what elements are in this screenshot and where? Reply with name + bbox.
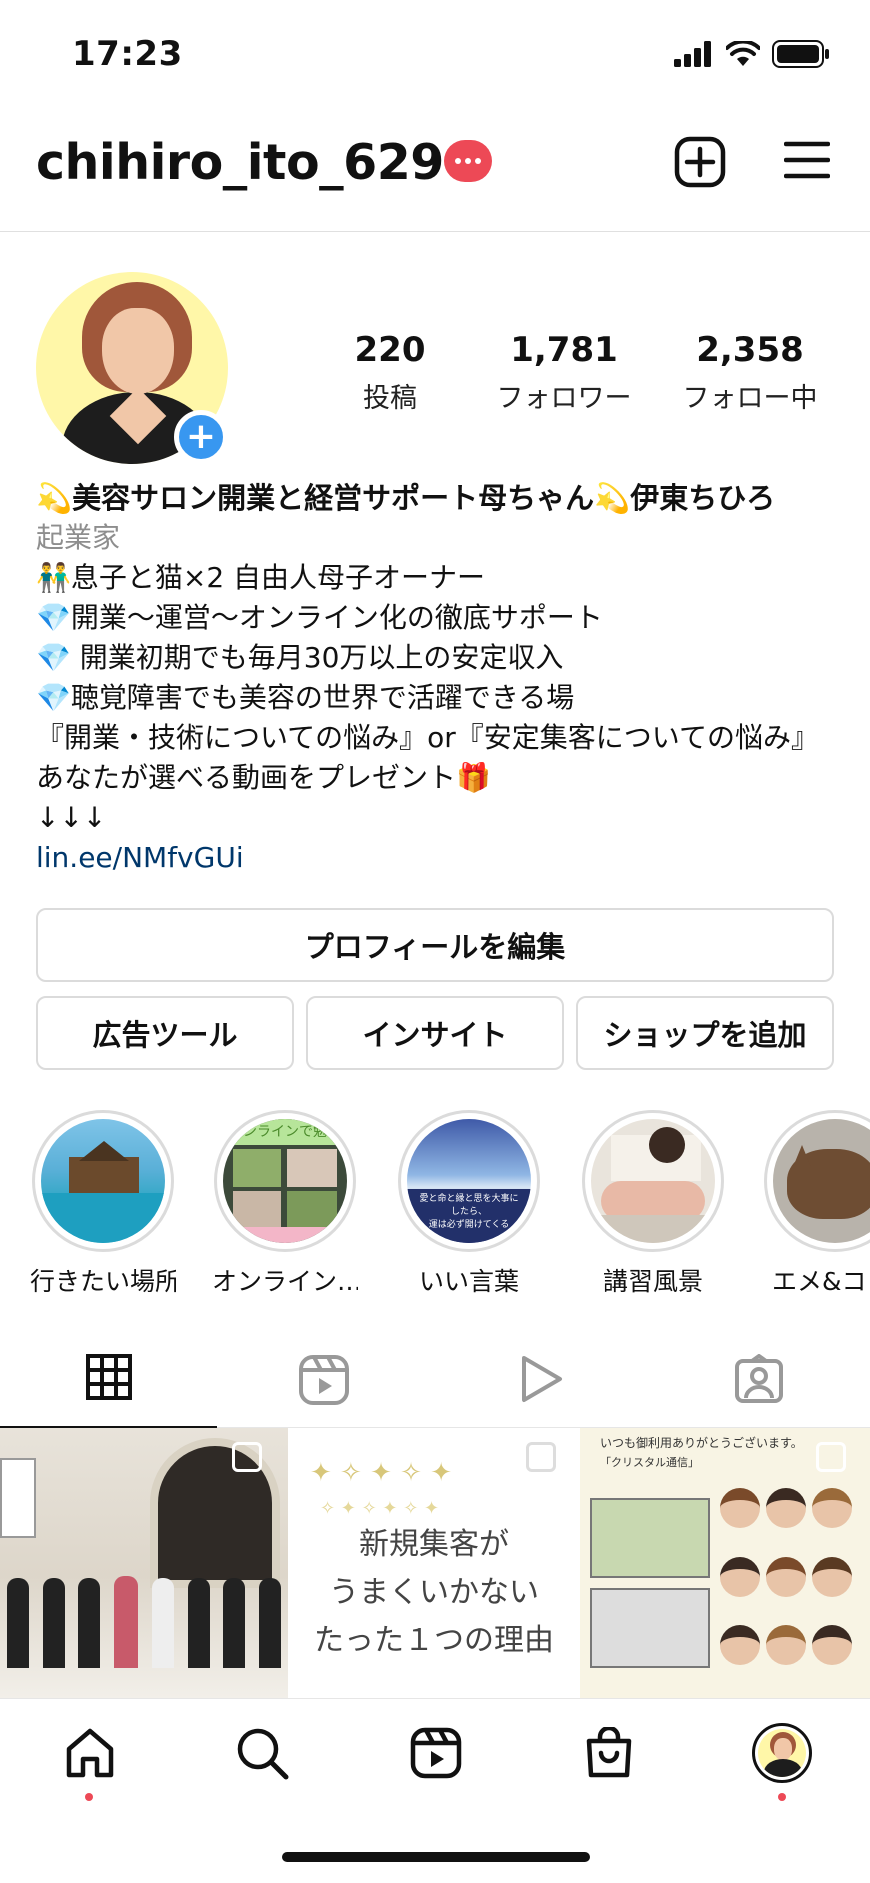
home-indicator (282, 1852, 590, 1862)
highlight-item[interactable]: オンラインで勉強 オンライン… (212, 1110, 358, 1298)
highlight-label: いい言葉 (418, 1267, 519, 1296)
status-bar: 17:23 (0, 0, 870, 110)
post-text: いつも御利用ありがとうございます。 (600, 1436, 803, 1450)
bio-line: 『開業・技術についての悩み』or『安定集客についての悩み』あなたが選べる動画をプ… (36, 721, 819, 794)
reels-nav-icon[interactable] (410, 1727, 462, 1779)
add-story-icon[interactable]: + (174, 410, 228, 464)
bio-line: 💎開業〜運営〜オンライン化の徹底サポート (36, 601, 603, 634)
following-label: フォロー中 (682, 383, 818, 414)
status-time: 17:23 (72, 34, 183, 74)
signal-icon (674, 41, 711, 67)
menu-icon[interactable] (784, 140, 830, 180)
bio-link[interactable]: lin.ee/NMfvGUi (36, 838, 836, 878)
post-text: うまくいかない (329, 1575, 539, 1610)
new-post-icon[interactable] (674, 136, 726, 188)
highlight-label: オンライン… (212, 1267, 358, 1296)
post-thumbnail[interactable]: ✦ ✧ ✦ ✧ ✦ ✧ ✦ ✧ ✦ ✧ ✦ 新規集客が うまくいかない たった１… (290, 1428, 578, 1698)
home-notification-dot (85, 1793, 93, 1801)
bio-line: ↓↓↓ (36, 801, 107, 834)
highlight-item[interactable]: 行きたい場所 (30, 1110, 176, 1298)
status-icons (674, 40, 830, 68)
battery-icon (772, 40, 829, 68)
bottom-navigation (0, 1698, 870, 1833)
profile-bio: 💫美容サロン開業と経営サポート母ちゃん💫伊東ちひろ 起業家 👬息子と猫×2 自由… (36, 478, 836, 878)
posts-count: 220 (354, 330, 426, 370)
highlight-cover-cats (773, 1119, 870, 1243)
notification-badge-icon[interactable] (444, 140, 492, 182)
reels-icon[interactable] (298, 1354, 350, 1406)
display-name: 💫美容サロン開業と経営サポート母ちゃん💫伊東ちひろ (36, 481, 776, 515)
highlight-cover-training (591, 1119, 715, 1243)
profile-avatar[interactable] (752, 1723, 812, 1783)
grid-icon[interactable] (86, 1354, 132, 1400)
wifi-icon (726, 41, 760, 66)
profile-tabs (0, 1334, 870, 1429)
followers-label: フォロワー (496, 383, 632, 414)
tagged-icon[interactable] (734, 1354, 784, 1404)
post-thumbnail[interactable]: いつも御利用ありがとうございます。 「クリスタル通信」 (580, 1428, 870, 1698)
add-shop-button[interactable]: ショップを追加 (576, 996, 834, 1070)
stat-followers[interactable]: 1,781 フォロワー (484, 330, 644, 415)
profile-notification-dot (778, 1793, 786, 1801)
quote-text: 愛と命と縁と思を大事に (419, 1194, 519, 1204)
username[interactable]: chihiro_ito_629 (36, 134, 444, 191)
shop-icon[interactable] (584, 1727, 634, 1779)
post-text: 「クリスタル通信」 (600, 1456, 699, 1469)
highlight-item[interactable]: 講習風景 (580, 1110, 726, 1298)
post-text: 新規集客が (359, 1527, 509, 1562)
highlight-cover-online: オンラインで勉強 (223, 1119, 347, 1243)
insights-button[interactable]: インサイト (306, 996, 564, 1070)
search-icon[interactable] (236, 1727, 290, 1781)
highlight-cover-text: オンラインで勉強 (223, 1119, 347, 1145)
profile-stats: 220 投稿 1,781 フォロワー 2,358 フォロー中 (330, 330, 850, 414)
post-text: たった１つの理由 (314, 1623, 554, 1658)
profile-avatar-container[interactable]: + (36, 272, 228, 464)
posts-label: 投稿 (363, 383, 417, 414)
highlight-item[interactable]: エメ&コ (764, 1110, 870, 1298)
highlight-item[interactable]: 愛と命と縁と思を大事に したら、 運は必ず開けてくる いい言葉 (396, 1110, 542, 1298)
quote-text: したら、 (450, 1207, 487, 1217)
highlight-label: エメ&コ (772, 1267, 867, 1296)
stat-following[interactable]: 2,358 フォロー中 (670, 330, 830, 415)
post-thumbnail[interactable] (0, 1428, 288, 1698)
highlight-cover-resort (41, 1119, 165, 1243)
category-label: 起業家 (36, 521, 121, 554)
highlight-cover-quote: 愛と命と縁と思を大事に したら、 運は必ず開けてくる (407, 1119, 531, 1243)
bio-line: 👬息子と猫×2 自由人母子オーナー (36, 561, 486, 594)
stat-posts[interactable]: 220 投稿 (330, 330, 450, 415)
ad-tools-button[interactable]: 広告ツール (36, 996, 294, 1070)
following-count: 2,358 (696, 330, 804, 370)
post-grid: ✦ ✧ ✦ ✧ ✦ ✧ ✦ ✧ ✦ ✧ ✦ 新規集客が うまくいかない たった１… (0, 1428, 870, 1698)
bio-line: 💎 開業初期でも毎月30万以上の安定収入 (36, 641, 564, 674)
edit-profile-button[interactable]: プロフィールを編集 (36, 908, 834, 982)
profile-header: chihiro_ito_629 (0, 118, 870, 232)
video-icon[interactable] (518, 1354, 564, 1404)
highlight-label: 講習風景 (602, 1267, 703, 1296)
quote-text: 運は必ず開けてくる (428, 1220, 510, 1230)
bio-line: 💎聴覚障害でも美容の世界で活躍できる場 (36, 681, 575, 714)
home-icon[interactable] (64, 1727, 116, 1779)
highlight-label: 行きたい場所 (30, 1267, 176, 1296)
followers-count: 1,781 (510, 330, 618, 370)
